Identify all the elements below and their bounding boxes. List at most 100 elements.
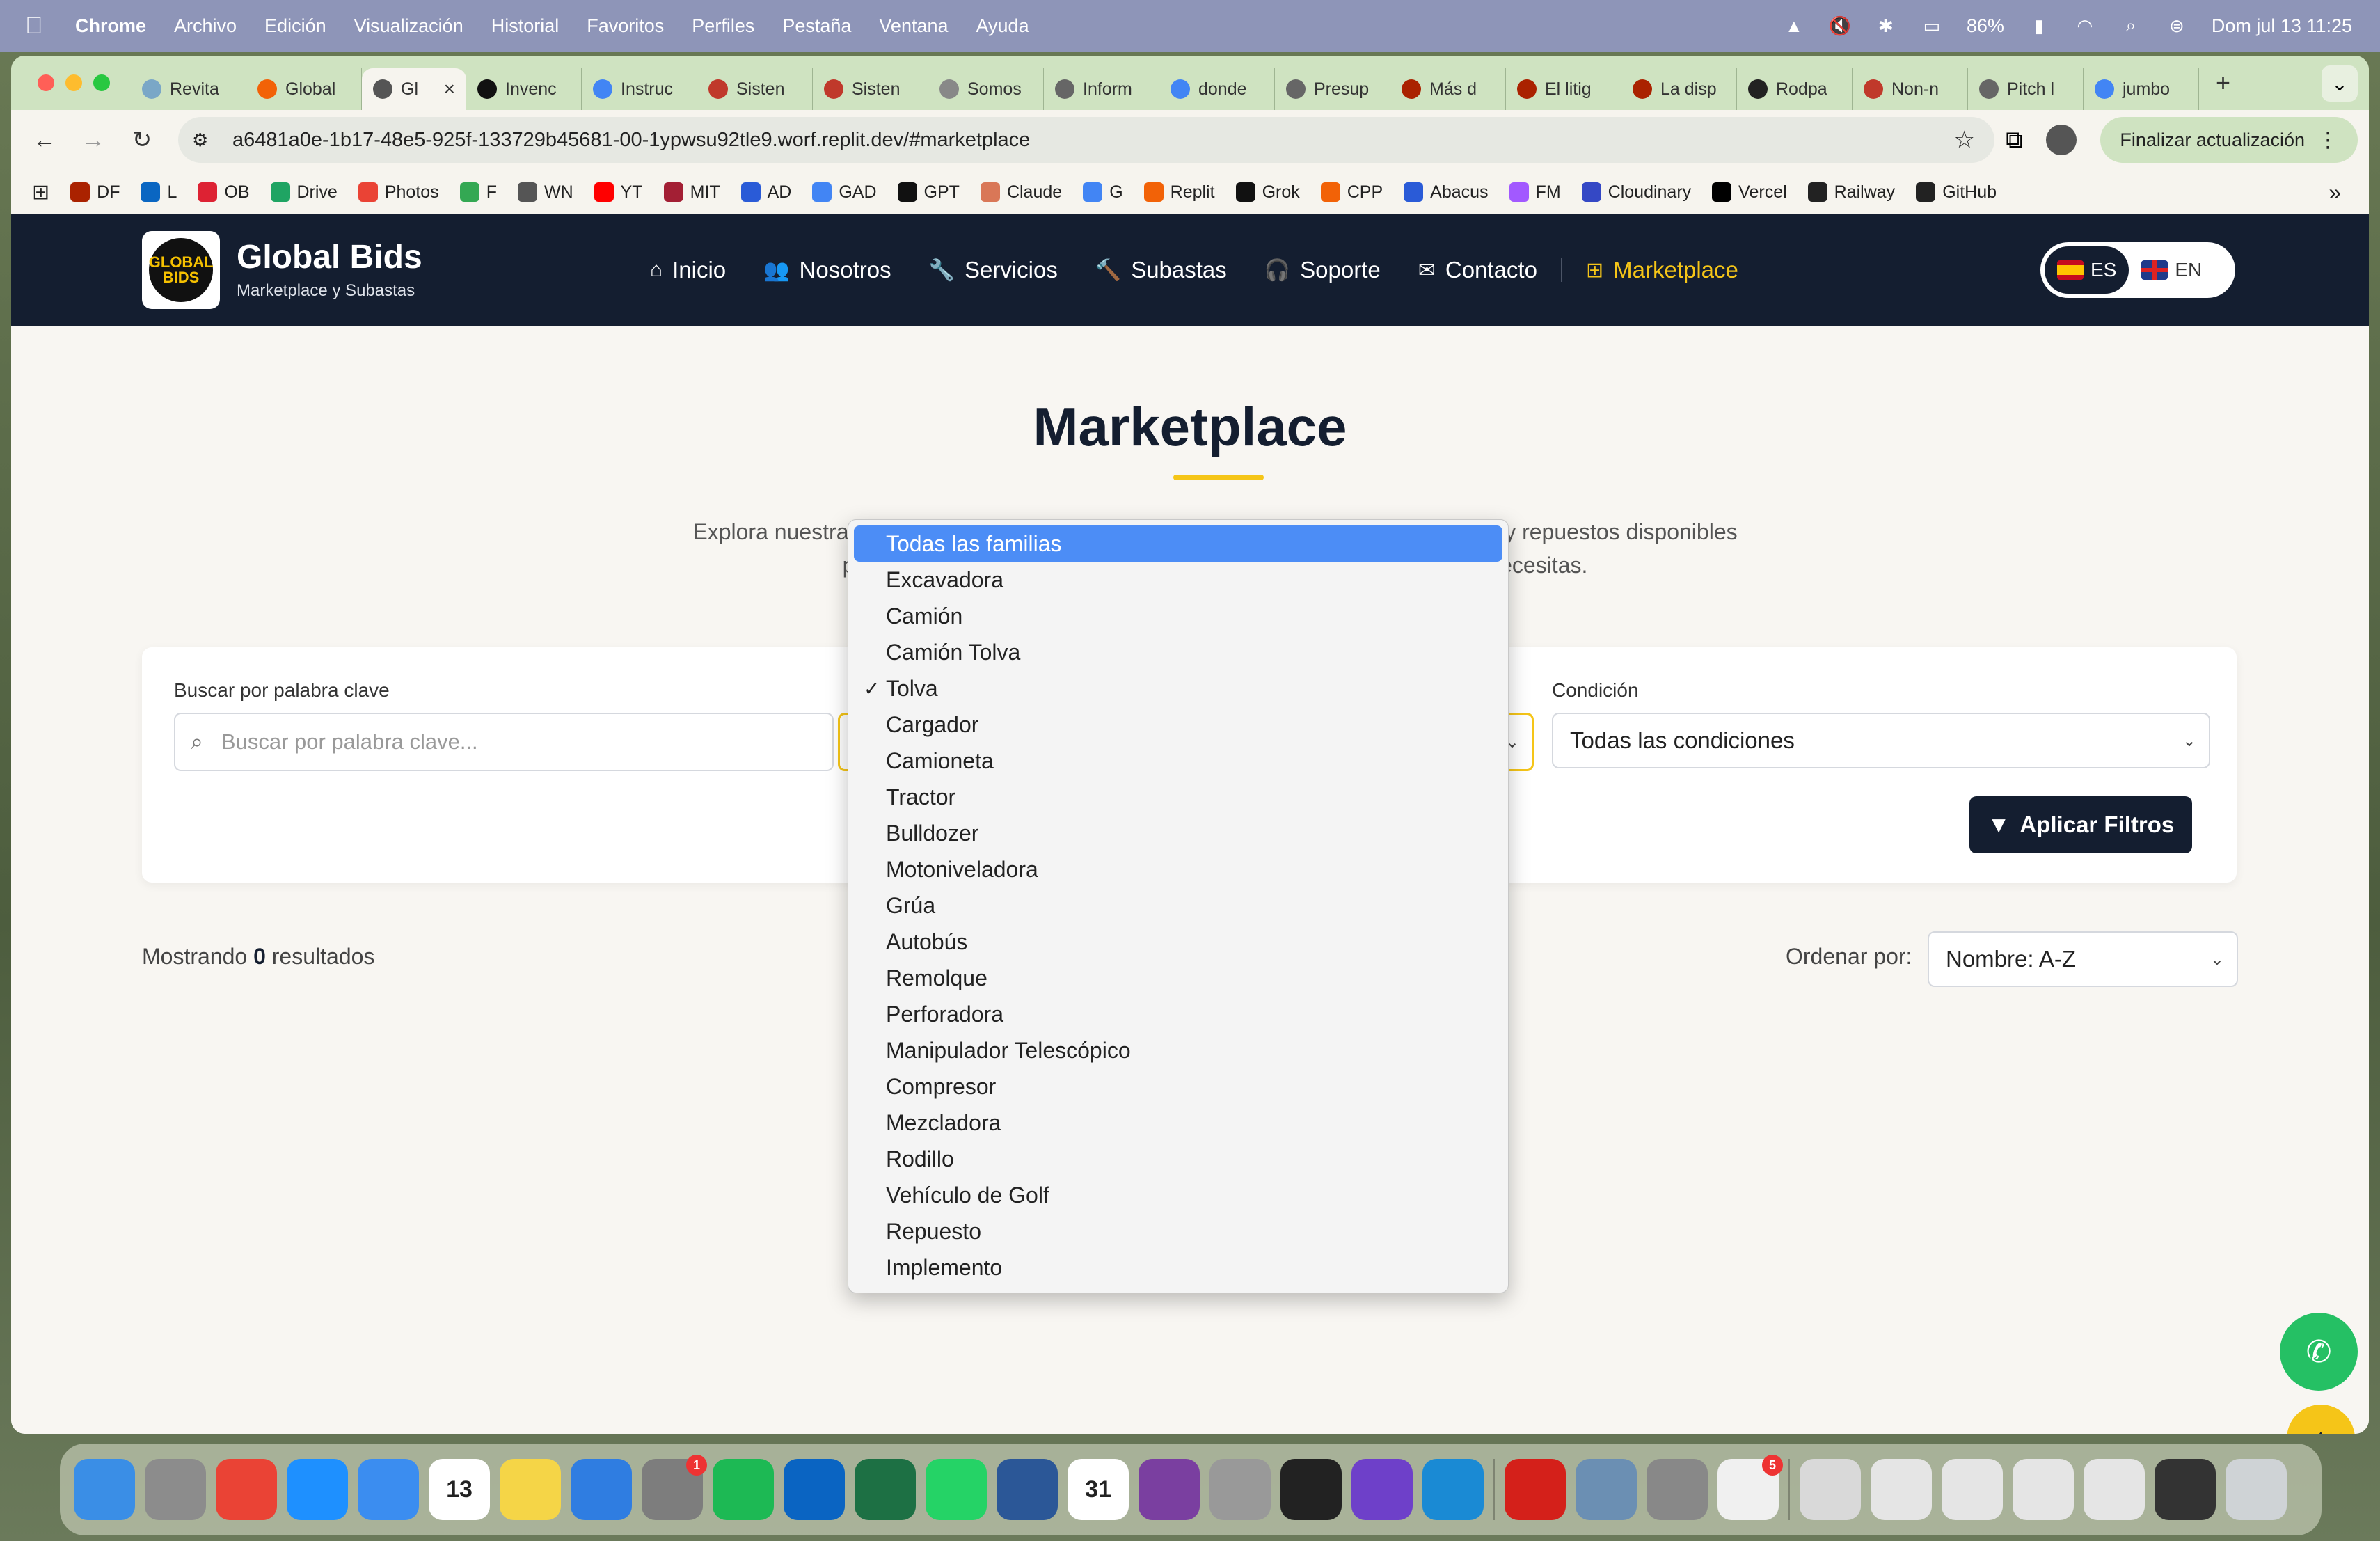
family-option[interactable]: Todas las familias	[854, 525, 1502, 562]
dock-notes-icon[interactable]	[500, 1459, 561, 1520]
menu-edicion[interactable]: Edición	[264, 15, 326, 37]
dock-chrome-icon[interactable]	[216, 1459, 277, 1520]
bookmark-item[interactable]: Railway	[1807, 182, 1895, 203]
bookmark-star-icon[interactable]: ☆	[1954, 126, 1975, 154]
extensions-puzzle-icon[interactable]: ⧉	[2006, 127, 2022, 154]
scroll-to-top-button[interactable]: ↑	[2287, 1405, 2355, 1434]
dock-app-store-updates-icon[interactable]: 5	[1717, 1455, 1783, 1520]
menu-ventana[interactable]: Ventana	[879, 15, 948, 37]
bookmark-item[interactable]: Drive	[270, 182, 338, 203]
dock-fantastical-icon[interactable]: 31	[1068, 1459, 1129, 1520]
browser-tab[interactable]: Inform	[1044, 68, 1159, 110]
dock-recent-doc-1-icon[interactable]	[1800, 1459, 1861, 1520]
dock-launchpad-icon[interactable]	[145, 1459, 206, 1520]
nav-link-contacto[interactable]: ✉ Contacto	[1418, 257, 1537, 283]
address-bar[interactable]: ⚙ a6481a0e-1b17-48e5-925f-133729b45681-0…	[178, 117, 1994, 163]
family-option[interactable]: Camión	[854, 598, 1502, 634]
reload-icon[interactable]: ↻	[127, 125, 157, 155]
dock-whatsapp-icon[interactable]	[926, 1459, 987, 1520]
bookmark-item[interactable]: YT	[594, 182, 643, 203]
browser-tab[interactable]: donde	[1159, 68, 1275, 110]
bookmark-item[interactable]: Claude	[980, 182, 1062, 203]
sort-select[interactable]: Nombre: A-Z ⌄	[1928, 931, 2238, 987]
browser-tab[interactable]: Global	[246, 68, 362, 110]
menu-visualizacion[interactable]: Visualización	[354, 15, 463, 37]
family-option[interactable]: Motoniveladora	[854, 851, 1502, 887]
forward-arrow-icon[interactable]: →	[78, 125, 109, 155]
nav-link-inicio[interactable]: ⌂ Inicio	[650, 257, 726, 283]
browser-tab[interactable]: Más d	[1390, 68, 1506, 110]
bookmark-item[interactable]: FM	[1509, 182, 1561, 203]
condition-select[interactable]: Todas las condiciones ⌄	[1552, 713, 2210, 768]
more-bookmarks-icon[interactable]: »	[2329, 180, 2341, 205]
display-icon[interactable]: ▭	[1921, 15, 1943, 36]
dock-finder-icon[interactable]	[74, 1459, 135, 1520]
browser-tab[interactable]: Non-n	[1853, 68, 1968, 110]
bookmark-item[interactable]: WN	[517, 182, 573, 203]
dock-replit-icon[interactable]	[1280, 1459, 1342, 1520]
more-menu-icon[interactable]: ⋮	[2317, 128, 2338, 152]
mute-icon[interactable]: 🔇	[1829, 15, 1851, 36]
dock-screen-recorder-icon[interactable]	[1139, 1459, 1200, 1520]
family-option[interactable]: Vehículo de Golf	[854, 1177, 1502, 1213]
drive-status-icon[interactable]: ▲	[1783, 15, 1805, 36]
bookmark-item[interactable]: DF	[70, 182, 120, 203]
battery-icon[interactable]: ▮	[2028, 15, 2050, 36]
minimize-window-button[interactable]	[65, 74, 82, 91]
dock-outlook-icon[interactable]	[784, 1459, 845, 1520]
menu-perfiles[interactable]: Perfiles	[692, 15, 754, 37]
nav-link-subastas[interactable]: 🔨 Subastas	[1095, 257, 1227, 283]
control-center-icon[interactable]: ⊜	[2166, 15, 2188, 36]
site-logo[interactable]: GLOBAL BIDS	[142, 231, 220, 309]
browser-tab[interactable]: Pitch l	[1968, 68, 2084, 110]
nav-link-servicios[interactable]: 🔧 Servicios	[929, 257, 1058, 283]
menubar-clock[interactable]: Dom jul 13 11:25	[2212, 15, 2352, 37]
nav-link-marketplace[interactable]: ⊞ Marketplace	[1586, 257, 1738, 283]
bookmark-item[interactable]: MIT	[663, 182, 720, 203]
menu-ayuda[interactable]: Ayuda	[976, 15, 1029, 37]
dock-recent-doc-5-icon[interactable]	[2084, 1459, 2145, 1520]
dock-vscode-icon[interactable]	[1422, 1459, 1484, 1520]
browser-tab[interactable]: Rodpa	[1737, 68, 1853, 110]
bookmark-item[interactable]: Replit	[1143, 182, 1215, 203]
family-option[interactable]: Tractor	[854, 779, 1502, 815]
dock-spotify-icon[interactable]	[713, 1459, 774, 1520]
menu-app-name[interactable]: Chrome	[75, 15, 146, 37]
bookmark-item[interactable]: Cloudinary	[1581, 182, 1691, 203]
dock-word-icon[interactable]	[997, 1459, 1058, 1520]
browser-tab[interactable]: La disp	[1621, 68, 1737, 110]
dock-keynote-icon[interactable]	[571, 1459, 632, 1520]
family-option[interactable]: Autobús	[854, 924, 1502, 960]
bookmark-item[interactable]: Photos	[358, 182, 439, 203]
browser-tab[interactable]: Instruc	[582, 68, 697, 110]
browser-tab[interactable]: El litig	[1506, 68, 1621, 110]
browser-tab[interactable]: Revita	[131, 68, 246, 110]
close-tab-icon[interactable]: ×	[444, 78, 455, 100]
browser-tab[interactable]: Presup	[1275, 68, 1390, 110]
menu-historial[interactable]: Historial	[491, 15, 560, 37]
dock-trash-icon[interactable]	[2226, 1459, 2287, 1520]
dock-recent-doc-4-icon[interactable]	[2013, 1459, 2074, 1520]
family-option[interactable]: Camión Tolva	[854, 634, 1502, 670]
browser-tab[interactable]: Gl ×	[362, 68, 466, 110]
bookmark-item[interactable]: CPP	[1320, 182, 1383, 203]
bookmark-item[interactable]: GitHub	[1916, 182, 1997, 203]
zoom-window-button[interactable]	[93, 74, 110, 91]
whatsapp-chat-button[interactable]: ✆	[2280, 1313, 2358, 1391]
lang-es-button[interactable]: ES	[2045, 246, 2129, 294]
apple-menu-icon[interactable]: 	[25, 13, 53, 40]
bookmark-item[interactable]: L	[141, 182, 177, 203]
family-option[interactable]: Perforadora	[854, 996, 1502, 1032]
tab-search-chevron-icon[interactable]: ⌄	[2322, 65, 2358, 102]
bookmark-item[interactable]: OB	[198, 182, 250, 203]
spotlight-search-icon[interactable]: ⌕	[2120, 15, 2142, 35]
dock-terminal-window-icon[interactable]	[2155, 1459, 2216, 1520]
url-text[interactable]: a6481a0e-1b17-48e5-925f-133729b45681-00-…	[232, 129, 1030, 152]
family-option[interactable]: Manipulador Telescópico	[854, 1032, 1502, 1068]
new-tab-icon[interactable]: +	[2216, 68, 2230, 97]
browser-tab[interactable]: Somos	[928, 68, 1044, 110]
browser-tab[interactable]: Sisten	[813, 68, 928, 110]
family-option[interactable]: Excavadora	[854, 562, 1502, 598]
bookmark-item[interactable]: GPT	[897, 182, 960, 203]
dock-github-desktop-icon[interactable]	[1351, 1459, 1413, 1520]
